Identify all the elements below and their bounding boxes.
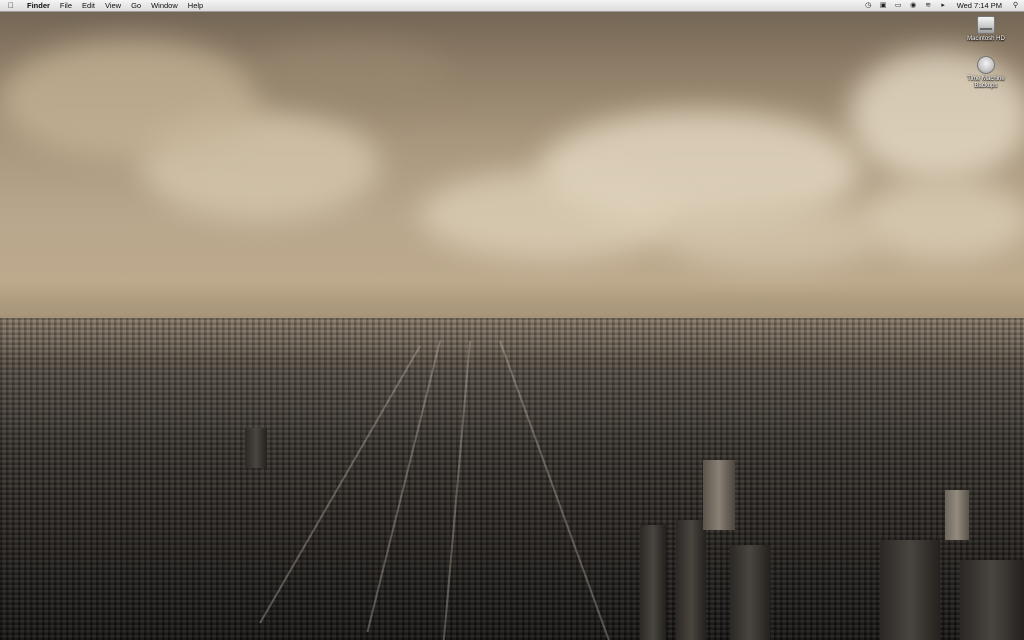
cloud <box>250 40 450 110</box>
display-icon[interactable]: ▣ <box>879 1 888 10</box>
building <box>245 428 267 468</box>
search-icon[interactable]: ⚲ <box>1011 1 1020 10</box>
desktop-icon-time-machine-backups[interactable]: Time Machine Backups <box>958 56 1014 90</box>
lock-icon[interactable]: ◉ <box>909 1 918 10</box>
menu-window[interactable]: Window <box>146 0 183 11</box>
clock[interactable]: Wed 7:14 PM <box>954 0 1005 11</box>
building <box>676 520 706 640</box>
city-skyline <box>0 318 1024 640</box>
apple-menu-icon[interactable]:  <box>0 1 22 10</box>
desktop-icon-label: Macintosh HD <box>967 36 1005 42</box>
building <box>960 560 1024 640</box>
cloud <box>660 200 880 270</box>
building <box>730 545 770 640</box>
building <box>880 540 940 640</box>
status-menu-area: ◷ ▣ ▭ ◉ ≋ ▸ Wed 7:14 PM ⚲ <box>864 0 1020 11</box>
menu-go[interactable]: Go <box>126 0 146 11</box>
desktop-wallpaper[interactable]:  Finder File Edit View Go Window Help ◷… <box>0 0 1024 640</box>
building <box>945 490 969 540</box>
desktop-icon-macintosh-hd[interactable]: Macintosh HD <box>958 16 1014 43</box>
volume-icon[interactable]: ▸ <box>939 1 948 10</box>
wifi-icon[interactable]: ≋ <box>924 1 933 10</box>
menu-file[interactable]: File <box>55 0 77 11</box>
menu-help[interactable]: Help <box>183 0 208 11</box>
cloud <box>0 40 260 160</box>
cloud <box>420 170 680 260</box>
building <box>640 525 666 640</box>
cloud <box>860 180 1024 260</box>
desktop-icon-label: Time Machine Backups <box>967 76 1005 89</box>
time-machine-drive-icon <box>977 56 995 74</box>
battery-icon[interactable]: ▭ <box>894 1 903 10</box>
menu-bar:  Finder File Edit View Go Window Help ◷… <box>0 0 1024 12</box>
menu-app-name[interactable]: Finder <box>22 0 55 11</box>
time-machine-icon[interactable]: ◷ <box>864 1 873 10</box>
building <box>703 460 735 530</box>
menu-view[interactable]: View <box>100 0 126 11</box>
menu-edit[interactable]: Edit <box>77 0 100 11</box>
hard-drive-icon <box>977 16 995 34</box>
